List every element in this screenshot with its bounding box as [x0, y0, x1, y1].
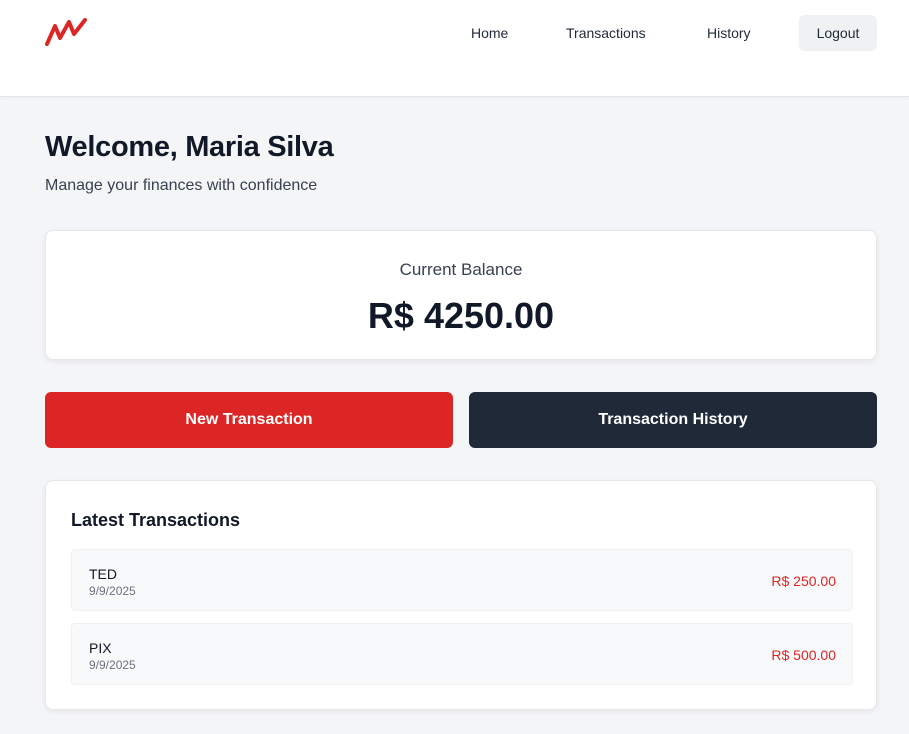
transaction-type: PIX — [89, 640, 112, 656]
balance-card: Current Balance R$ 4250.00 — [45, 230, 877, 360]
nav-history-link[interactable]: History — [707, 25, 751, 41]
transaction-history-button[interactable]: Transaction History — [469, 392, 877, 448]
transaction-amount: R$ 250.00 — [771, 573, 836, 589]
new-transaction-button[interactable]: New Transaction — [45, 392, 453, 448]
latest-transactions-title: Latest Transactions — [71, 510, 241, 530]
nav-home-link[interactable]: Home — [471, 25, 508, 41]
page-title: Welcome, Maria Silva — [45, 131, 334, 163]
page-subtitle: Manage your finances with confidence — [45, 177, 318, 194]
logout-button[interactable]: Logout — [799, 15, 877, 51]
transaction-type: TED — [89, 566, 117, 582]
balance-value: R$ 4250.00 — [367, 295, 555, 336]
balance-label: Current Balance — [399, 260, 523, 279]
transaction-row[interactable]: PIX 9/9/2025 R$ 500.00 — [71, 623, 853, 685]
zigzag-logo-icon[interactable] — [44, 16, 88, 48]
transaction-row[interactable]: TED 9/9/2025 R$ 250.00 — [71, 549, 853, 611]
transaction-amount: R$ 500.00 — [771, 647, 836, 663]
latest-transactions-card: Latest Transactions TED 9/9/2025 R$ 250.… — [45, 480, 877, 710]
top-navbar: Home Transactions History Logout — [0, 0, 909, 97]
transaction-date: 9/9/2025 — [89, 658, 136, 672]
transaction-date: 9/9/2025 — [89, 584, 136, 598]
nav-transactions-link[interactable]: Transactions — [566, 25, 646, 41]
